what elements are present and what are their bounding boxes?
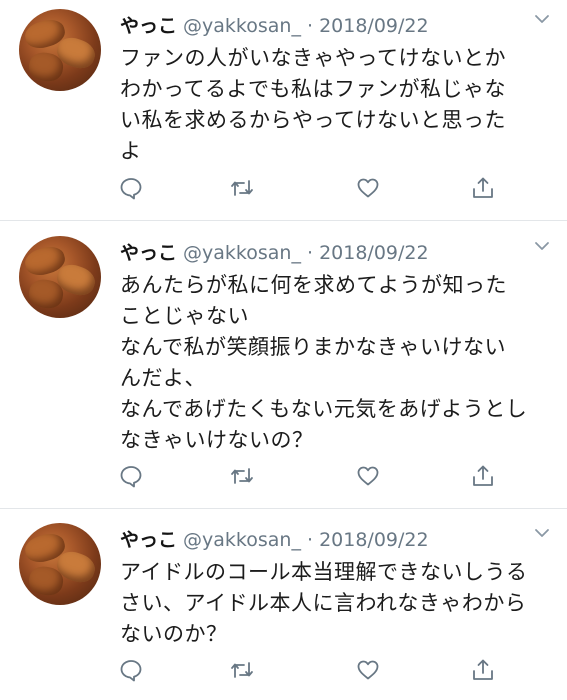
tweet-3[interactable]: やっこ @yakkosan_ · 2018/09/22 アイドルのコール本当理解で… <box>0 514 567 700</box>
tweet-text-line: ないのか？ <box>120 622 228 646</box>
tweet-text-line: わかってるよでも私はファンが私じゃな <box>120 77 506 101</box>
retweet-icon[interactable] <box>229 175 255 201</box>
reply-icon[interactable] <box>118 463 144 489</box>
tweet-2[interactable]: やっこ @yakkosan_ · 2018/09/22 あんたらが私に何を求めてよ… <box>0 227 567 505</box>
avatar[interactable] <box>19 523 101 605</box>
tweet-text: アイドルのコール本当理解できないしうる さい、アイドル本人に言われなきゃわから … <box>120 557 552 650</box>
tweet-text: ファンの人がいなきゃやってけないとか わかってるよでも私はファンが私じゃな い私… <box>120 43 552 167</box>
tweet-actions <box>0 657 567 685</box>
retweet-icon[interactable] <box>229 463 255 489</box>
tweet-text-line: い私を求めるからやってけないと思った <box>120 108 506 132</box>
tweet-divider <box>0 220 567 221</box>
tweet-text-line: なんで私が笑顔振りまかなきゃいけない <box>120 335 506 359</box>
tweet-date[interactable]: 2018/09/22 <box>319 242 429 264</box>
tweet-text: あんたらが私に何を求めてようが知った ことじゃない なんで私が笑顔振りまかなきゃ… <box>120 270 552 456</box>
tweet-text-line: ファンの人がいなきゃやってけないとか <box>120 46 506 70</box>
avatar[interactable] <box>19 9 101 91</box>
user-handle[interactable]: @yakkosan_ · 2018/09/22 <box>183 529 429 551</box>
like-icon[interactable] <box>355 463 381 489</box>
user-handle[interactable]: @yakkosan_ · 2018/09/22 <box>183 15 429 37</box>
display-name[interactable]: やっこ <box>120 242 177 264</box>
share-icon[interactable] <box>470 657 496 683</box>
reply-icon[interactable] <box>118 175 144 201</box>
chevron-down-icon[interactable] <box>533 10 551 28</box>
retweet-icon[interactable] <box>229 657 255 683</box>
display-name[interactable]: やっこ <box>120 529 177 551</box>
share-icon[interactable] <box>470 463 496 489</box>
tweet-1[interactable]: やっこ @yakkosan_ · 2018/09/22 ファンの人がいなきゃやって… <box>0 0 567 218</box>
tweet-header: やっこ @yakkosan_ · 2018/09/22 <box>120 13 429 39</box>
tweet-text-line: さい、アイドル本人に言われなきゃわから <box>120 591 527 615</box>
tweet-text-line: あんたらが私に何を求めてようが知った <box>120 273 507 297</box>
like-icon[interactable] <box>355 175 381 201</box>
tweet-date[interactable]: 2018/09/22 <box>319 15 429 37</box>
chevron-down-icon[interactable] <box>533 237 551 255</box>
tweet-text-line: よ <box>120 139 142 163</box>
tweet-date[interactable]: 2018/09/22 <box>319 529 429 551</box>
timeline-feed: やっこ @yakkosan_ · 2018/09/22 ファンの人がいなきゃやって… <box>0 0 567 700</box>
tweet-divider <box>0 508 567 509</box>
tweet-header: やっこ @yakkosan_ · 2018/09/22 <box>120 240 429 266</box>
tweet-text-line: アイドルのコール本当理解できないしうる <box>120 560 528 584</box>
tweet-text-line: なきゃいけないの？ <box>120 428 314 452</box>
user-handle[interactable]: @yakkosan_ · 2018/09/22 <box>183 242 429 264</box>
avatar[interactable] <box>19 236 101 318</box>
tweet-header: やっこ @yakkosan_ · 2018/09/22 <box>120 527 429 553</box>
tweet-text-line: なんであげたくもない元気をあげようとし <box>120 397 528 421</box>
tweet-text-line: んだよ、 <box>120 366 206 390</box>
chevron-down-icon[interactable] <box>533 524 551 542</box>
tweet-actions <box>0 175 567 203</box>
tweet-text-line: ことじゃない <box>120 304 249 328</box>
like-icon[interactable] <box>355 657 381 683</box>
display-name[interactable]: やっこ <box>120 15 177 37</box>
share-icon[interactable] <box>470 175 496 201</box>
tweet-actions <box>0 463 567 491</box>
reply-icon[interactable] <box>118 657 144 683</box>
